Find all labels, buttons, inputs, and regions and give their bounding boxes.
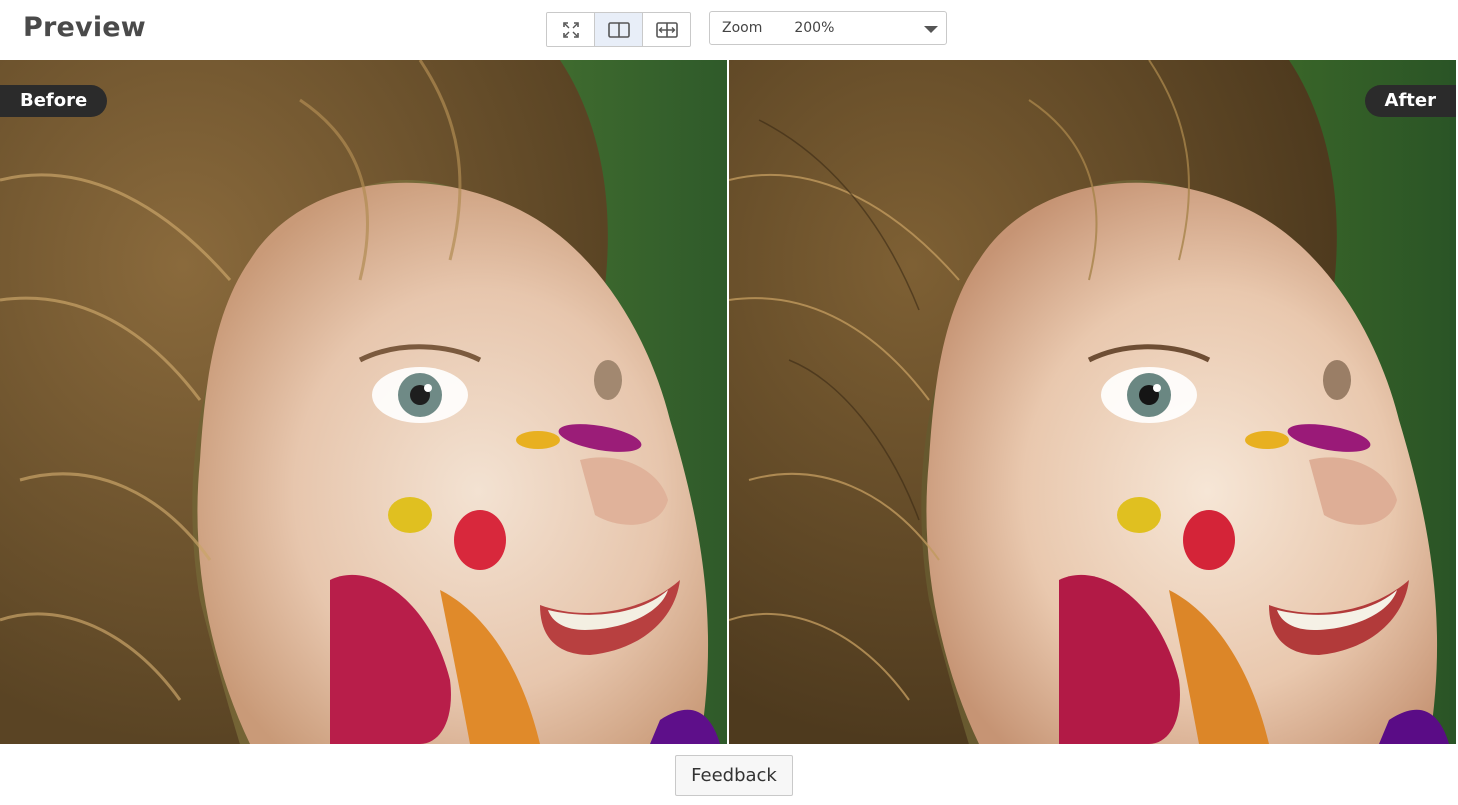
zoom-label: Zoom [722, 20, 763, 36]
feedback-button[interactable]: Feedback [675, 755, 793, 796]
compare-slider-icon [655, 21, 678, 38]
after-image-pane[interactable]: After [729, 60, 1456, 744]
zoom-dropdown[interactable]: Zoom 200% [709, 11, 947, 45]
view-mode-toggle [546, 12, 691, 47]
split-view-icon [607, 21, 630, 38]
expand-icon [562, 21, 579, 38]
before-photo [0, 60, 727, 744]
page-title: Preview [23, 12, 146, 43]
split-view-button[interactable] [595, 13, 643, 46]
comparison-viewer: Before After [0, 60, 1458, 744]
before-image-pane[interactable]: Before [0, 60, 727, 744]
compare-slider-button[interactable] [643, 13, 690, 46]
before-badge: Before [0, 85, 108, 117]
after-photo [729, 60, 1456, 744]
after-badge: After [1364, 85, 1456, 117]
preview-header: Preview Zoom 200% [0, 0, 1458, 60]
chevron-down-icon [924, 26, 938, 33]
fullscreen-view-button[interactable] [547, 13, 595, 46]
zoom-value: 200% [794, 20, 835, 36]
